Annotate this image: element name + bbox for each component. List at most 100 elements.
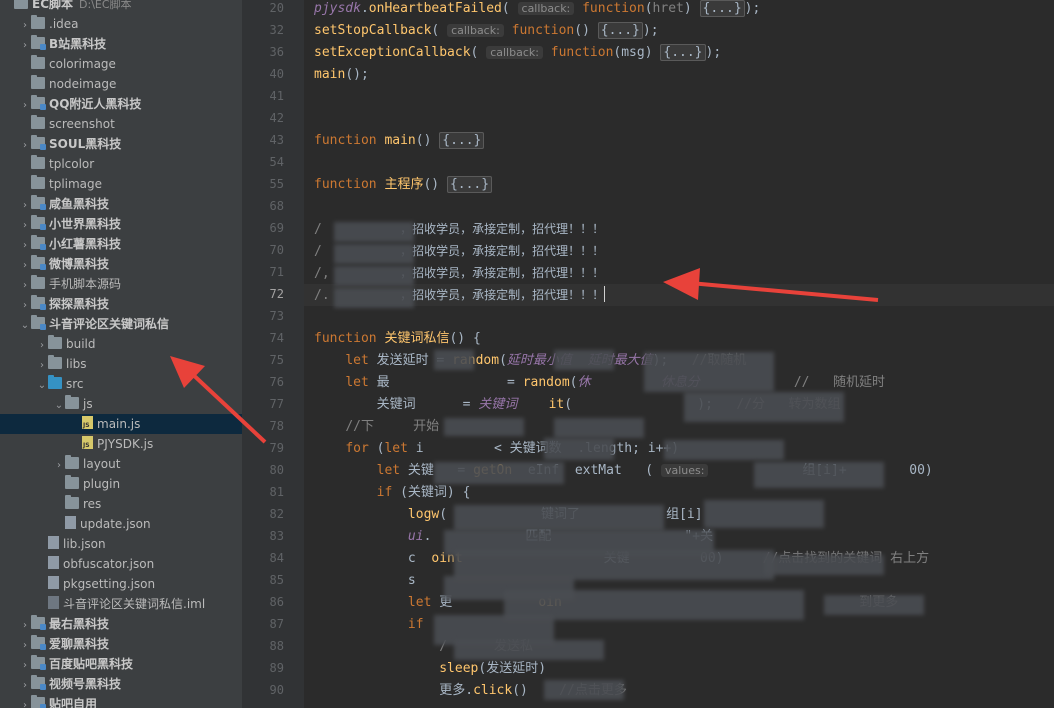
tree-item[interactable]: nodeimage [0,74,116,94]
tree-item[interactable]: lib.json [0,534,106,554]
tree-item[interactable]: › 咸鱼黑科技 [0,194,109,214]
code-line[interactable]: function 关键词私信() { [314,328,481,350]
chevron-right-icon[interactable]: › [19,636,31,656]
tree-item-label: build [66,337,96,351]
tree-item-label: plugin [83,477,121,491]
tree-item-label: SOUL黑科技 [49,137,122,151]
tree-item[interactable]: › .idea [0,14,79,34]
tree-item-label: layout [83,457,121,471]
chevron-right-icon[interactable]: › [19,296,31,316]
code-editor[interactable]: pjysdk.onHeartbeatFailed( callback: func… [304,0,1054,708]
tree-item-label: 斗音评论区关键词私信 [49,317,170,331]
module-folder-icon [31,95,46,110]
tree-item[interactable]: tplcolor [0,154,94,174]
tree-item[interactable]: ⌄ src [0,374,84,394]
line-number: 79 [269,441,284,455]
line-number: 82 [269,507,284,521]
tree-item[interactable]: › 最右黑科技 [0,614,109,634]
code-line[interactable]: setStopCallback( callback: function() {.… [314,20,659,42]
chevron-right-icon[interactable]: › [19,236,31,256]
tree-item[interactable]: ⌄ js [0,394,93,414]
chevron-right-icon[interactable]: › [19,676,31,696]
tree-item[interactable]: pkgsetting.json [0,574,155,594]
tree-item[interactable]: › 手机脚本源码 [0,274,121,294]
chevron-right-icon[interactable]: › [36,356,48,376]
tree-item[interactable]: › 视频号黑科技 [0,674,121,694]
tree-item[interactable]: › layout [0,454,120,474]
chevron-down-icon[interactable]: ⌄ [53,396,65,416]
chevron-right-icon[interactable]: › [53,456,65,476]
tree-item[interactable]: tplimage [0,174,102,194]
chevron-right-icon[interactable]: › [19,16,31,36]
code-line[interactable]: function main() {...} [314,130,485,152]
code-line[interactable]: if (关键词) { [314,482,471,504]
line-number: 55 [269,177,284,191]
tree-item[interactable]: › QQ附近人黑科技 [0,94,141,114]
tree-item-label: src [66,377,84,391]
code-line[interactable]: if [314,614,424,636]
folder-icon [48,355,62,369]
tree-item[interactable]: obfuscator.json [0,554,154,574]
tree-item[interactable]: colorimage [0,54,116,74]
redaction-blur [434,462,564,484]
tree-item[interactable]: screenshot [0,114,115,134]
code-line[interactable]: let 最 = random(休 休息分 // 随机延时 [314,372,885,394]
chevron-right-icon[interactable]: › [19,36,31,56]
code-line[interactable]: setExceptionCallback( callback: function… [314,42,721,64]
line-number: 86 [269,595,284,609]
tree-item[interactable]: › libs [0,354,87,374]
line-number: 75 [269,353,284,367]
tree-item[interactable]: ⌄ 斗音评论区关键词私信 [0,314,169,334]
tree-item[interactable]: › B站黑科技 [0,34,106,54]
tree-item[interactable]: PJYSDK.js [0,434,153,454]
redaction-blur [334,288,414,308]
tree-item[interactable]: 斗音评论区关键词私信.iml [0,594,205,614]
module-folder-icon [31,135,46,150]
folder-icon [31,75,45,89]
code-line[interactable]: /. ，招收学员，承接定制，招代理！！！ [304,284,1054,306]
chevron-right-icon[interactable]: › [19,616,31,636]
tree-item[interactable]: › 小红薯黑科技 [0,234,121,254]
chevron-right-icon[interactable]: › [19,696,31,708]
chevron-down-icon[interactable]: ⌄ [36,376,48,396]
chevron-right-icon[interactable]: › [19,216,31,236]
code-line[interactable]: for (let i < 关键词数 .length; i++) [314,438,679,460]
tree-item[interactable]: › SOUL黑科技 [0,134,121,154]
tree-item[interactable]: › 微博黑科技 [0,254,109,274]
folder-icon [31,175,45,189]
chevron-right-icon[interactable]: › [19,136,31,156]
tree-item-label: 小红薯黑科技 [49,237,122,251]
tree-item[interactable]: › 爱聊黑科技 [0,634,109,654]
chevron-right-icon[interactable]: › [36,336,48,356]
code-line[interactable]: main(); [314,64,369,86]
chevron-right-icon[interactable]: › [19,256,31,276]
line-number: 68 [269,199,284,213]
tree-item[interactable]: res [0,494,101,514]
tree-item-label: screenshot [49,117,115,131]
code-line[interactable]: pjysdk.onHeartbeatFailed( callback: func… [314,0,760,20]
code-line[interactable]: s [314,570,416,592]
code-line[interactable]: //下 开始 [314,416,439,438]
tree-item[interactable]: › build [0,334,96,354]
code-line[interactable]: function 主程序() {...} [314,174,493,196]
tree-item[interactable]: plugin [0,474,120,494]
redaction-blur [434,350,474,370]
chevron-right-icon[interactable]: › [19,96,31,116]
tree-item[interactable]: › 探探黑科技 [0,294,109,314]
redaction-blur [554,350,614,370]
tree-item[interactable]: › 贴吧自用 [0,694,97,708]
chevron-right-icon[interactable]: › [19,656,31,676]
project-tree[interactable]: EC脚本 D:\EC脚本 › .idea › B站黑科技 colorimage nodeima… [0,0,242,708]
tree-item[interactable]: EC脚本 D:\EC脚本 [0,0,132,14]
tree-item-label: colorimage [49,57,116,71]
code-line[interactable]: sleep(发送延时) [314,658,546,680]
tree-item-label: 微博黑科技 [49,257,110,271]
tree-item[interactable]: main.js [0,414,242,434]
tree-item[interactable]: update.json [0,514,151,534]
tree-item-label: PJYSDK.js [97,437,154,451]
chevron-right-icon[interactable]: › [19,276,31,296]
tree-item[interactable]: › 小世界黑科技 [0,214,121,234]
chevron-right-icon[interactable]: › [19,196,31,216]
chevron-down-icon[interactable]: ⌄ [19,316,31,336]
tree-item[interactable]: › 百度贴吧黑科技 [0,654,133,674]
